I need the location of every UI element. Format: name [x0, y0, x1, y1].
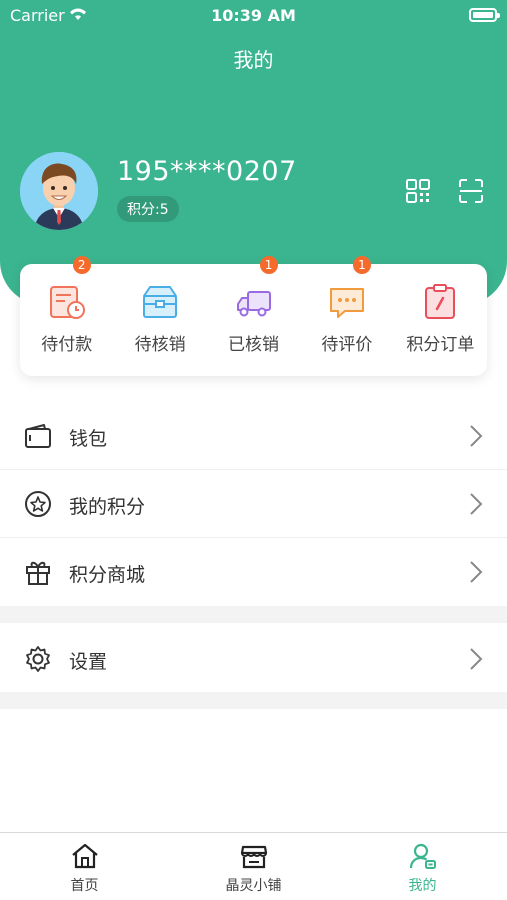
- battery-icon: [469, 8, 500, 22]
- menu-item-settings[interactable]: 设置: [0, 625, 507, 692]
- avatar-illustration: [20, 152, 98, 230]
- orders-card: 2 待付款 待核销 1 已核销 1 待评价 积分订单: [20, 256, 487, 376]
- avatar[interactable]: [20, 152, 98, 230]
- pending-review-icon: [329, 288, 364, 318]
- scan-icon[interactable]: [458, 178, 484, 204]
- order-label: 待付款: [41, 335, 93, 355]
- page-title: 我的: [233, 48, 274, 72]
- tab-home[interactable]: 首页: [0, 833, 169, 900]
- points-badge[interactable]: 积分:5: [117, 196, 179, 222]
- menu-item-points-mall[interactable]: 积分商城: [0, 538, 507, 606]
- order-pending-review[interactable]: 1 待评价: [300, 256, 393, 376]
- chevron-right-icon: [470, 425, 483, 447]
- menu-item-wallet[interactable]: 钱包: [0, 402, 507, 470]
- section-divider: [0, 606, 507, 623]
- order-label: 已核销: [228, 335, 280, 355]
- chevron-right-icon: [470, 493, 483, 515]
- order-label: 待评价: [321, 335, 373, 355]
- menu-item-my-points[interactable]: 我的积分: [0, 470, 507, 538]
- order-pending-payment[interactable]: 2 待付款: [20, 256, 113, 376]
- order-pending-verify[interactable]: 待核销: [113, 264, 206, 376]
- tab-label: 晶灵小铺: [225, 878, 282, 894]
- qr-code-icon[interactable]: [405, 178, 431, 204]
- tab-shop[interactable]: 晶灵小铺: [169, 833, 338, 900]
- section-divider: [0, 692, 507, 709]
- pending-verify-icon: [143, 286, 178, 318]
- menu-label: 积分商城: [69, 564, 146, 586]
- menu-label: 设置: [69, 651, 108, 673]
- status-bar: Carrier 10:39 AM: [0, 0, 507, 30]
- status-time: 10:39 AM: [211, 6, 296, 25]
- tab-label: 首页: [70, 878, 99, 894]
- shop-icon: [240, 845, 267, 869]
- gift-icon: [26, 561, 50, 585]
- menu-list: 钱包 我的积分 积分商城: [0, 402, 507, 623]
- order-label: 积分订单: [406, 335, 475, 355]
- order-badge: 2: [72, 256, 91, 274]
- tab-label: 我的: [408, 878, 437, 894]
- chevron-right-icon: [470, 561, 483, 583]
- tab-bar: 首页 晶灵小铺 我的: [0, 832, 507, 900]
- wallet-icon: [25, 424, 51, 448]
- user-phone: 195****0207: [117, 156, 297, 187]
- order-badge: 1: [259, 256, 278, 274]
- chevron-right-icon: [470, 648, 483, 670]
- menu-label: 钱包: [69, 428, 108, 450]
- menu-label: 我的积分: [69, 496, 146, 518]
- pending-payment-icon: [49, 286, 85, 319]
- order-label: 待核销: [134, 335, 186, 355]
- user-icon: [409, 843, 436, 869]
- order-points[interactable]: 积分订单: [394, 264, 487, 376]
- verified-truck-icon: [236, 291, 271, 317]
- order-verified[interactable]: 1 已核销: [207, 256, 300, 376]
- tab-mine[interactable]: 我的: [338, 833, 507, 900]
- points-order-icon: [425, 284, 456, 319]
- star-icon: [25, 491, 51, 517]
- home-icon: [71, 843, 98, 869]
- order-badge: 1: [352, 256, 371, 274]
- gear-icon: [26, 646, 50, 672]
